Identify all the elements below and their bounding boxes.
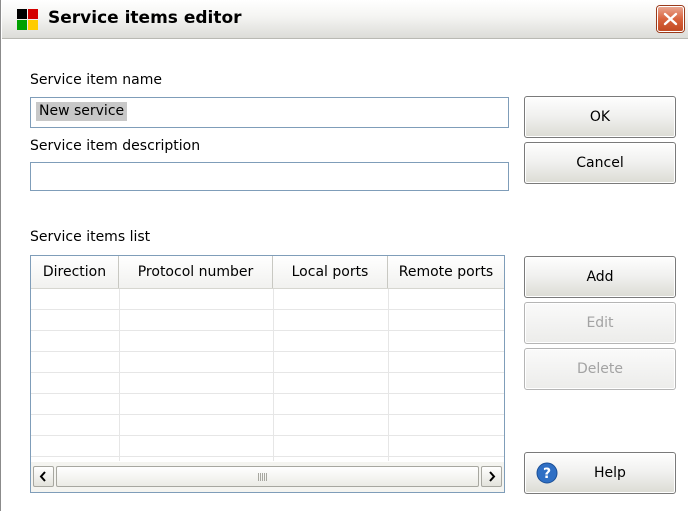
column-header-local-ports[interactable]: Local ports	[273, 256, 388, 288]
service-description-input[interactable]	[30, 162, 509, 191]
table-row	[31, 373, 504, 394]
table-row	[31, 331, 504, 352]
grid-line	[273, 289, 274, 461]
horizontal-scrollbar[interactable]	[31, 462, 504, 492]
help-button-label: Help	[594, 465, 626, 481]
delete-button[interactable]: Delete	[524, 348, 676, 390]
service-name-input[interactable]: New service	[30, 97, 509, 128]
column-header-protocol-number[interactable]: Protocol number	[119, 256, 273, 288]
add-button[interactable]: Add	[524, 256, 676, 298]
service-description-label: Service item description	[30, 138, 201, 154]
help-button[interactable]: ? Help	[524, 452, 676, 494]
ok-button[interactable]: OK	[524, 96, 676, 138]
scroll-grip-icon	[258, 473, 267, 481]
title-bar[interactable]: Service items editor	[2, 0, 688, 39]
service-name-label: Service item name	[30, 72, 162, 88]
scroll-right-button[interactable]	[481, 466, 502, 487]
column-header-remote-ports[interactable]: Remote ports	[388, 256, 504, 288]
table-row	[31, 415, 504, 436]
list-header: Direction Protocol number Local ports Re…	[31, 256, 504, 289]
grid-line	[388, 289, 389, 461]
arrow-right-icon	[489, 471, 496, 482]
list-body[interactable]	[31, 289, 504, 461]
close-icon	[663, 12, 678, 26]
window-title: Service items editor	[48, 8, 242, 28]
table-row	[31, 394, 504, 415]
dialog-window: Service items editor Service item name N…	[0, 0, 688, 511]
edit-button[interactable]: Edit	[524, 302, 676, 344]
cancel-button[interactable]: Cancel	[524, 142, 676, 184]
scrollbar-thumb[interactable]	[56, 466, 479, 487]
scroll-left-button[interactable]	[33, 466, 54, 487]
service-name-value: New service	[36, 102, 128, 121]
table-row	[31, 436, 504, 457]
table-row	[31, 352, 504, 373]
arrow-left-icon	[39, 471, 46, 482]
grid-line	[119, 289, 120, 461]
avast-logo-icon	[17, 9, 38, 30]
service-items-list[interactable]: Direction Protocol number Local ports Re…	[30, 255, 505, 493]
service-items-list-label: Service items list	[30, 229, 151, 245]
table-row	[31, 289, 504, 310]
column-header-direction[interactable]: Direction	[31, 256, 119, 288]
table-row	[31, 310, 504, 331]
close-button[interactable]	[657, 6, 684, 32]
